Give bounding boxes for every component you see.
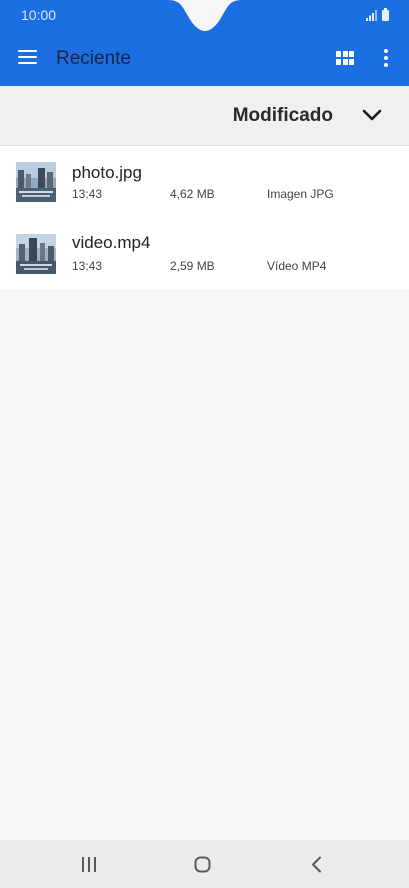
file-name: video.mp4 bbox=[72, 233, 151, 252]
file-size: 4,62 MB bbox=[170, 187, 215, 201]
navigation-bar bbox=[0, 840, 409, 888]
sort-label[interactable]: Modificado bbox=[233, 105, 333, 127]
page-title: Reciente bbox=[56, 48, 131, 69]
chevron-down-icon[interactable] bbox=[361, 107, 383, 123]
battery-icon bbox=[382, 8, 389, 21]
menu-icon[interactable] bbox=[18, 50, 37, 65]
status-icons bbox=[366, 8, 389, 21]
camera-notch bbox=[168, 0, 242, 31]
file-type: Imagen JPG bbox=[267, 187, 334, 201]
more-options-icon[interactable] bbox=[383, 49, 389, 67]
screen: 10:00 Reciente Modificado photo.jpg 13:4… bbox=[0, 0, 409, 888]
file-list: photo.jpg 13:43 4,62 MB Imagen JPG video… bbox=[0, 146, 409, 289]
file-row-video[interactable]: video.mp4 13:43 2,59 MB Vídeo MP4 bbox=[0, 217, 409, 288]
back-icon[interactable] bbox=[310, 856, 324, 873]
signal-icon bbox=[366, 10, 377, 21]
grid-view-icon[interactable] bbox=[336, 51, 354, 65]
file-size: 2,59 MB bbox=[170, 259, 215, 273]
home-icon[interactable] bbox=[194, 856, 211, 873]
app-bar: Reciente bbox=[0, 31, 409, 86]
sort-bar: Modificado bbox=[0, 86, 409, 146]
file-row-photo[interactable]: photo.jpg 13:43 4,62 MB Imagen JPG bbox=[0, 146, 409, 217]
video-thumbnail bbox=[16, 234, 56, 274]
file-name: photo.jpg bbox=[72, 163, 142, 182]
photo-thumbnail bbox=[16, 162, 56, 202]
file-time: 13:43 bbox=[72, 187, 103, 201]
recent-apps-icon[interactable] bbox=[80, 856, 98, 873]
file-time: 13:43 bbox=[72, 259, 103, 273]
status-bar: 10:00 bbox=[0, 0, 409, 31]
file-type: Vídeo MP4 bbox=[267, 259, 327, 273]
